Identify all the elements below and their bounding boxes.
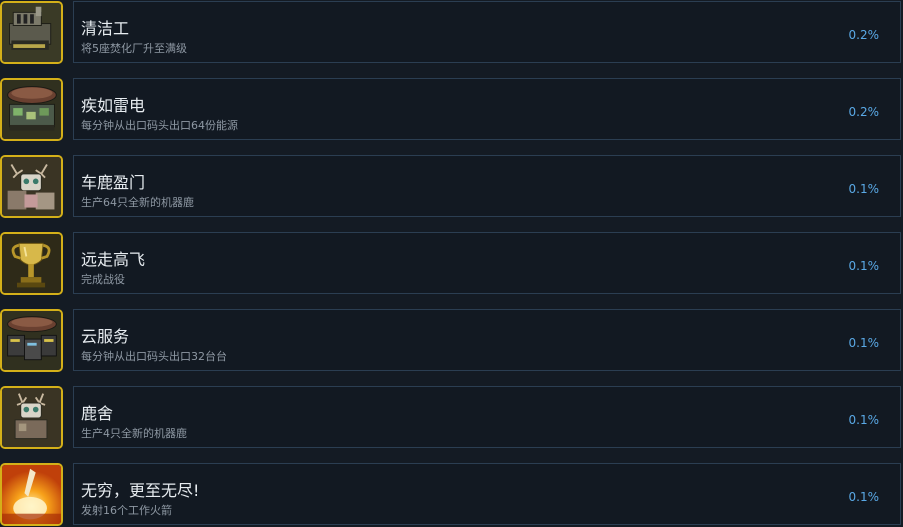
export-dock-energy-icon [0, 78, 63, 141]
achievement-row[interactable]: 车鹿盈门 生产64只全新的机器鹿 0.1% [0, 155, 903, 219]
unlock-percentage: 0.1% [848, 182, 880, 196]
achievement-title: 远走高飞 [81, 250, 146, 269]
achievement-title: 车鹿盈门 [81, 173, 146, 192]
robot-deer-herd-icon [0, 155, 63, 218]
achievement-row[interactable]: 无穷，更至无尽! 发射16个工作火箭 0.1% [0, 463, 903, 527]
achievement-card: 鹿舍 生产4只全新的机器鹿 0.1% [73, 386, 901, 448]
achievement-card: 无穷，更至无尽! 发射16个工作火箭 0.1% [73, 463, 901, 525]
unlock-percentage: 0.1% [848, 490, 880, 504]
achievement-description: 生产4只全新的机器鹿 [81, 427, 187, 440]
achievement-description: 生产64只全新的机器鹿 [81, 196, 194, 209]
unlock-percentage: 0.1% [848, 336, 880, 350]
robot-deer-icon [0, 386, 63, 449]
achievement-title: 清洁工 [81, 19, 130, 38]
achievement-row[interactable]: 鹿舍 生产4只全新的机器鹿 0.1% [0, 386, 903, 450]
incinerator-icon [0, 1, 63, 64]
trophy-icon [0, 232, 63, 295]
achievement-description: 将5座焚化厂升至满级 [81, 42, 187, 55]
unlock-percentage: 0.1% [848, 413, 880, 427]
achievement-description: 每分钟从出口码头出口64份能源 [81, 119, 238, 132]
achievement-description: 完成战役 [81, 273, 125, 286]
achievement-card: 疾如雷电 每分钟从出口码头出口64份能源 0.2% [73, 78, 901, 140]
achievement-title: 云服务 [81, 327, 130, 346]
achievement-row[interactable]: 清洁工 将5座焚化厂升至满级 0.2% [0, 1, 903, 65]
achievement-card: 车鹿盈门 生产64只全新的机器鹿 0.1% [73, 155, 901, 217]
achievement-row[interactable]: 疾如雷电 每分钟从出口码头出口64份能源 0.2% [0, 78, 903, 142]
unlock-percentage: 0.1% [848, 259, 880, 273]
achievement-title: 疾如雷电 [81, 96, 146, 115]
achievement-row[interactable]: 远走高飞 完成战役 0.1% [0, 232, 903, 296]
export-dock-server-icon [0, 309, 63, 372]
achievement-list: 清洁工 将5座焚化厂升至满级 0.2% 疾如雷电 每分钟从出口码头出口64份能源… [0, 0, 903, 527]
achievement-description: 每分钟从出口码头出口32台台 [81, 350, 227, 363]
achievement-description: 发射16个工作火箭 [81, 504, 172, 517]
achievement-card: 清洁工 将5座焚化厂升至满级 0.2% [73, 1, 901, 63]
unlock-percentage: 0.2% [848, 28, 880, 42]
achievement-card: 远走高飞 完成战役 0.1% [73, 232, 901, 294]
achievement-row[interactable]: 云服务 每分钟从出口码头出口32台台 0.1% [0, 309, 903, 373]
achievement-title: 鹿舍 [81, 404, 114, 423]
achievement-card: 云服务 每分钟从出口码头出口32台台 0.1% [73, 309, 901, 371]
unlock-percentage: 0.2% [848, 105, 880, 119]
achievement-title: 无穷，更至无尽! [81, 481, 200, 500]
rocket-launch-icon [0, 463, 63, 526]
